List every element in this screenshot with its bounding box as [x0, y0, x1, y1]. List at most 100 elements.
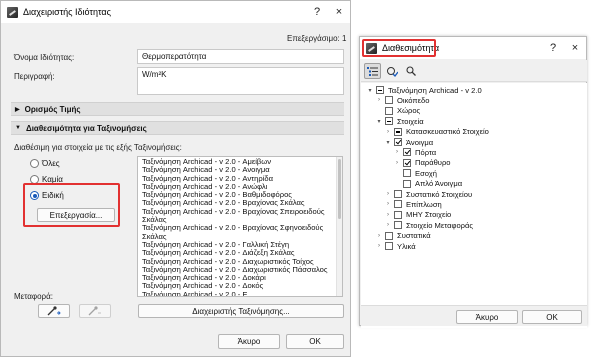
tree-node[interactable]: › Επίπλωση	[385, 199, 442, 209]
availability-window: Διαθεσιμότητα ? × ▾ Ταξινόμηση Archicad -	[359, 36, 587, 328]
classification-items: Ταξινόμηση Archicad - v 2.0 - Αμείβων Ταξ…	[138, 157, 342, 296]
classification-tree: ▾ Ταξινόμηση Archicad - v 2.0 › Οικόπεδο Χώρ…	[361, 83, 587, 328]
syringe-button[interactable]	[79, 304, 111, 318]
tree-node-label: Στοιχεία	[397, 116, 424, 126]
collapsed-chevron-icon[interactable]: ›	[385, 191, 391, 197]
checkbox-partial-icon[interactable]	[394, 127, 402, 136]
checkbox-checked-icon[interactable]	[394, 138, 402, 146]
tree-node[interactable]: › Οικόπεδο	[376, 95, 430, 105]
title-bar[interactable]: Διαχειριστής Ιδιότητας ? ×	[1, 1, 350, 23]
highlight-box	[362, 39, 436, 57]
tree-node[interactable]: › Πόρτα	[394, 147, 436, 157]
tree-node-label: Κατασκευαστικό Στοιχείο	[406, 127, 489, 137]
cancel-button[interactable]: Άκυρο	[456, 310, 518, 324]
tree-node[interactable]: ▾ Ταξινόμηση Archicad - v 2.0	[367, 85, 481, 95]
eyedropper-button[interactable]	[38, 304, 70, 318]
checkbox-checked-icon[interactable]	[403, 148, 411, 157]
checkbox-icon[interactable]	[385, 242, 393, 250]
cancel-button[interactable]: Άκυρο	[218, 334, 280, 349]
expanded-chevron-icon[interactable]: ▾	[367, 87, 373, 94]
tree-node[interactable]: ▾ Στοιχεία	[376, 116, 424, 126]
search-button[interactable]	[402, 63, 419, 79]
filter-checked-button[interactable]	[383, 63, 400, 79]
description-field[interactable]: W/m²K	[137, 67, 344, 95]
eyedropper-icon	[47, 306, 61, 316]
editable-count: Επεξεργάσιμο: 1	[287, 34, 347, 43]
collapsed-triangle-icon: ▶	[15, 106, 20, 113]
tree-node-label: Απλό Άνοιγμα	[415, 179, 463, 189]
checkbox-partial-icon[interactable]	[376, 86, 384, 94]
radio-all[interactable]: Όλες	[30, 159, 60, 168]
tree-node[interactable]: › Συστατικό Στοιχείου	[385, 189, 472, 199]
tree-node-label: ΜΗΥ Στοιχείο	[406, 210, 452, 220]
tree-node[interactable]: › ΜΗΥ Στοιχείο	[385, 210, 451, 220]
checkbox-icon[interactable]	[394, 210, 402, 219]
tree-node[interactable]: Απλό Άνοιγμα	[394, 179, 462, 189]
tree-node[interactable]: › Στοιχείο Μεταφοράς	[385, 220, 473, 230]
availability-description: Διαθέσιμη για στοιχεία με τις εξής Ταξιν…	[14, 143, 182, 152]
checkbox-icon[interactable]	[403, 179, 411, 188]
checkbox-icon[interactable]	[385, 96, 393, 105]
collapsed-chevron-icon[interactable]: ›	[394, 149, 400, 155]
expanded-chevron-icon[interactable]: ▾	[376, 118, 382, 125]
expanded-chevron-icon[interactable]: ▾	[385, 139, 391, 146]
collapsed-chevron-icon[interactable]: ›	[376, 97, 382, 103]
collapsed-chevron-icon[interactable]: ›	[385, 222, 391, 228]
collapsed-chevron-icon[interactable]: ›	[385, 129, 391, 135]
ok-button[interactable]: OK	[286, 334, 344, 349]
tree-node-label: Άνοιγμα	[406, 137, 434, 147]
classification-manager-button[interactable]: Διαχειριστής Ταξινόμησης...	[138, 304, 344, 318]
collapsed-chevron-icon[interactable]: ›	[394, 160, 400, 166]
radio-all-label: Όλες	[42, 159, 60, 168]
dialog-footer: Άκυρο OK	[361, 305, 587, 326]
tree-node[interactable]: Χώρος	[376, 106, 420, 116]
tree-node[interactable]: › Συστατικά	[376, 231, 431, 241]
checkbox-icon[interactable]	[394, 200, 402, 209]
tree-node-label: Συστατικό Στοιχείου	[406, 189, 473, 199]
property-name-label: Όνομα Ιδιότητας:	[14, 53, 75, 62]
tree-node-label: Στοιχείο Μεταφοράς	[406, 220, 474, 230]
section-label: Ορισμός Τιμής	[24, 104, 81, 114]
collapsed-chevron-icon[interactable]: ›	[376, 243, 382, 249]
tree-view-button[interactable]	[364, 63, 381, 79]
tree-node[interactable]: ▾ Άνοιγμα	[385, 137, 433, 147]
value-definition-section[interactable]: ▶ Ορισμός Τιμής	[11, 102, 344, 116]
checkbox-partial-icon[interactable]	[385, 117, 393, 126]
highlight-box	[23, 183, 120, 227]
search-icon	[405, 66, 416, 76]
property-name-field[interactable]: Θερμοπερατότητα	[137, 49, 344, 64]
availability-section[interactable]: ▼ Διαθεσιμότητα για Ταξινομήσεις	[11, 121, 344, 135]
tree-node[interactable]: › Παράθυρο	[394, 158, 451, 168]
checkbox-icon[interactable]	[385, 106, 393, 115]
tree-node-label: Εσοχή	[415, 168, 437, 178]
tree-node-label: Χώρος	[397, 106, 421, 116]
ok-button[interactable]: OK	[522, 310, 582, 324]
collapsed-chevron-icon[interactable]: ›	[385, 201, 391, 207]
syringe-icon	[88, 306, 101, 316]
collapsed-chevron-icon[interactable]: ›	[385, 212, 391, 218]
help-button[interactable]: ?	[542, 42, 564, 54]
radio-circle-icon	[30, 159, 39, 168]
tree-node[interactable]: Εσοχή	[394, 168, 437, 178]
checkbox-icon[interactable]	[403, 169, 411, 178]
archicad-app-icon	[7, 6, 18, 18]
close-button[interactable]: ×	[564, 42, 586, 54]
tree-node[interactable]: › Υλικά	[376, 241, 416, 251]
collapsed-chevron-icon[interactable]: ›	[376, 233, 382, 239]
list-scrollbar[interactable]	[336, 157, 342, 296]
classification-list-item[interactable]: Ταξινόμηση Archicad - v 2.0 - Βραχίονας …	[142, 207, 338, 216]
tree-node-label: Συστατικά	[397, 231, 431, 241]
tree-node-label: Υλικά	[397, 241, 416, 251]
checkbox-checked-icon[interactable]	[403, 158, 411, 167]
classification-list-item[interactable]: Ταξινόμηση Archicad - v 2.0 - Βραχίονας …	[142, 224, 338, 233]
classification-list-item[interactable]: Ταξινόμηση Archicad - v 2.0 - Ε...	[142, 290, 338, 296]
checkbox-icon[interactable]	[394, 221, 402, 230]
checkbox-icon[interactable]	[385, 231, 393, 240]
tree-node[interactable]: › Κατασκευαστικό Στοιχείο	[385, 127, 489, 137]
checkbox-icon[interactable]	[394, 190, 402, 198]
close-button[interactable]: ×	[328, 6, 350, 18]
help-button[interactable]: ?	[306, 6, 328, 18]
classification-list[interactable]: Ταξινόμηση Archicad - v 2.0 - Αμείβων Ταξ…	[137, 156, 343, 297]
tree-node-label: Οικόπεδο	[397, 95, 430, 105]
expanded-triangle-icon: ▼	[15, 125, 21, 131]
